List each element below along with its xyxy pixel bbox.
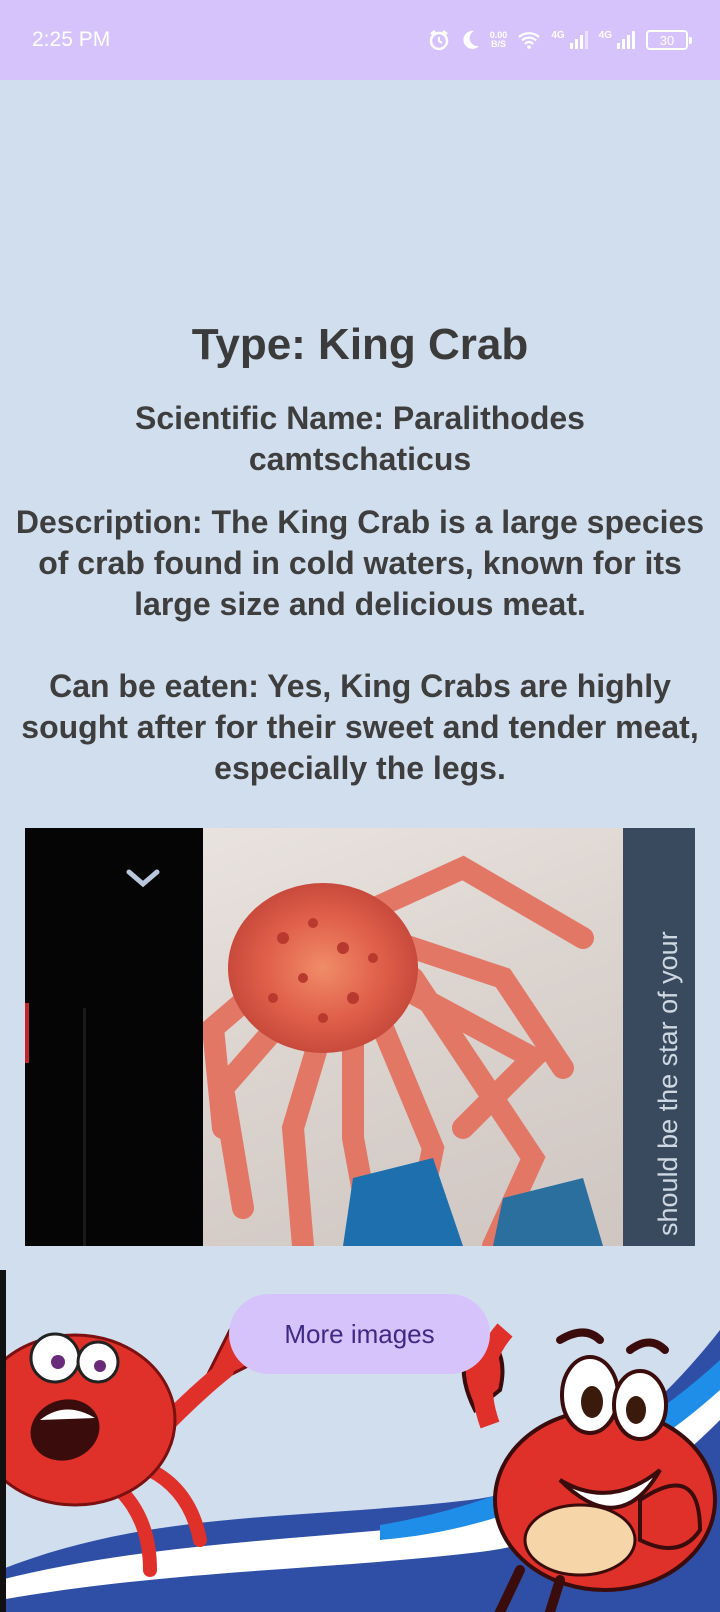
left-edge-bar xyxy=(0,1270,6,1612)
status-time: 2:25 PM xyxy=(32,28,111,51)
scientific-name: Scientific Name: Paralithodes camtschati… xyxy=(135,400,585,477)
status-bar: 2:25 PM 0.00 B/S 4G 4G 30 xyxy=(0,0,720,80)
crab-description: Description: The King Crab is a large sp… xyxy=(15,504,705,622)
photo-dark-panel xyxy=(25,828,203,1246)
moon-icon xyxy=(460,29,480,51)
photo-caption: should be the star of your xyxy=(653,931,683,1236)
signal-2-label: 4G xyxy=(598,29,612,41)
alarm-icon xyxy=(428,29,450,51)
signal-1-label: 4G xyxy=(551,29,565,41)
more-images-button[interactable]: More images xyxy=(229,1294,490,1374)
battery-icon: 30 xyxy=(646,30,692,50)
edibility-info: Can be eaten: Yes, King Crabs are highly… xyxy=(21,668,699,786)
crab-type-title: Type: King Crab xyxy=(191,320,529,369)
signal-icon xyxy=(569,30,589,50)
crab-photo: should be the star of your xyxy=(25,828,695,1246)
net-speed-unit: B/S xyxy=(491,39,507,49)
wifi-icon xyxy=(517,30,541,50)
net-speed: 0.00 B/S xyxy=(490,31,508,49)
status-icons: 0.00 B/S 4G 4G 30 xyxy=(428,29,692,51)
signal-icon xyxy=(616,30,636,50)
crab-image xyxy=(201,828,623,1246)
